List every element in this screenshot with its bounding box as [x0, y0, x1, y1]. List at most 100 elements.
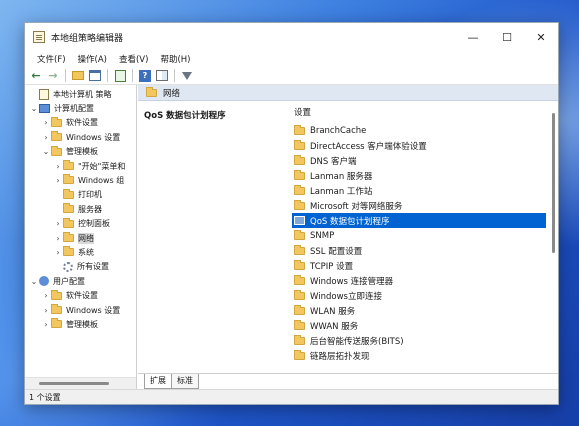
tree-item[interactable]: › "开始"菜单和: [53, 159, 125, 173]
forward-icon[interactable]: →: [46, 69, 60, 83]
list-item[interactable]: QoS 数据包计划程序: [292, 213, 546, 228]
chevron-down-icon[interactable]: ⌄: [29, 104, 39, 113]
folder-icon: [294, 304, 305, 315]
list-item[interactable]: 链路层拓扑发现: [292, 348, 546, 363]
tree-item[interactable]: ⌄ 管理模板: [41, 145, 98, 159]
chevron-right-icon[interactable]: ›: [53, 219, 63, 228]
tree-item[interactable]: ⌄ 用户配置: [29, 274, 85, 288]
main-content: 本地计算机 策略 ⌄ 计算机配置 › 软件设置 › Windows 设置 ⌄ 管理模板 › "开始"…: [25, 85, 558, 389]
computer-icon: [39, 103, 50, 113]
folder-icon: [294, 199, 305, 210]
chevron-down-icon[interactable]: ⌄: [41, 147, 51, 156]
tree-item[interactable]: › Windows 设置: [41, 130, 120, 144]
title-bar[interactable]: 本地组策略编辑器 — ☐ ✕: [25, 23, 558, 51]
list-item[interactable]: Microsoft 对等网络服务: [292, 198, 546, 213]
folder-icon: [51, 304, 62, 314]
list-item-label: QoS 数据包计划程序: [310, 216, 390, 227]
menu-action[interactable]: 操作(A): [72, 53, 113, 65]
tree-item[interactable]: › Windows 设置: [41, 303, 120, 317]
menu-view[interactable]: 查看(V): [113, 53, 154, 65]
export-list-icon[interactable]: [113, 69, 127, 83]
filter-icon[interactable]: [180, 69, 194, 83]
details-header: 网络: [138, 85, 558, 101]
tree-item[interactable]: › 软件设置: [41, 116, 98, 130]
chevron-right-icon[interactable]: ›: [53, 234, 63, 243]
list-item[interactable]: SNMP: [292, 228, 546, 243]
tab-standard[interactable]: 标准: [171, 374, 199, 389]
list-item[interactable]: Lanman 工作站: [292, 183, 546, 198]
list-item[interactable]: SSL 配置设置: [292, 243, 546, 258]
list-item[interactable]: DirectAccess 客户端体验设置: [292, 138, 546, 153]
minimize-button[interactable]: —: [456, 23, 490, 51]
properties-icon[interactable]: [155, 69, 169, 83]
chevron-right-icon[interactable]: ›: [53, 176, 63, 185]
tree-item[interactable]: ⌄ 计算机配置: [29, 101, 94, 115]
menu-file[interactable]: 文件(F): [31, 53, 72, 65]
list-item[interactable]: 后台智能传送服务(BITS): [292, 333, 546, 348]
folder-icon: [63, 203, 74, 214]
description-title: QoS 数据包计划程序: [144, 111, 226, 121]
chevron-right-icon[interactable]: ›: [41, 133, 51, 142]
tree-item-label: 管理模板: [66, 319, 98, 329]
tree-item[interactable]: 所有设置: [53, 260, 109, 274]
tree-item[interactable]: › 控制面板: [53, 217, 110, 231]
folder-icon: [63, 160, 74, 170]
list-item[interactable]: BranchCache: [292, 123, 546, 138]
tree-item[interactable]: 本地计算机 策略: [29, 87, 112, 101]
console-tree: 本地计算机 策略 ⌄ 计算机配置 › 软件设置 › Windows 设置 ⌄ 管理模板 › "开始"…: [25, 85, 137, 389]
menu-help[interactable]: 帮助(H): [154, 53, 196, 65]
tree-item[interactable]: 打印机: [53, 188, 102, 202]
folder-icon: [63, 232, 74, 242]
tree-item-label: 本地计算机 策略: [53, 89, 112, 99]
chevron-right-icon[interactable]: ›: [53, 248, 63, 257]
show-hide-tree-icon[interactable]: [88, 69, 102, 83]
list-item-label: SSL 配置设置: [310, 246, 363, 257]
details-pane: 网络 QoS 数据包计划程序 设置 BranchCache DirectAcces…: [138, 85, 558, 389]
chevron-right-icon[interactable]: ›: [41, 291, 51, 300]
list-item[interactable]: WWAN 服务: [292, 318, 546, 333]
list-vertical-scrollbar[interactable]: [548, 101, 558, 373]
tree-item[interactable]: › 软件设置: [41, 289, 98, 303]
chevron-down-icon[interactable]: ⌄: [29, 277, 39, 286]
folder-icon: [51, 116, 62, 127]
chevron-right-icon[interactable]: ›: [41, 320, 51, 329]
chevron-right-icon[interactable]: ›: [41, 306, 51, 315]
tree-horizontal-scrollbar[interactable]: [25, 377, 136, 389]
tree-item[interactable]: 服务器: [53, 202, 102, 216]
chevron-right-icon[interactable]: ›: [41, 118, 51, 127]
list-item[interactable]: TCPIP 设置: [292, 258, 546, 273]
list-item-label: Windows立即连接: [310, 291, 382, 302]
help-icon[interactable]: ?: [138, 69, 152, 83]
back-icon[interactable]: ←: [29, 69, 43, 83]
folder-up-icon[interactable]: [71, 69, 85, 83]
tree-item-label: 用户配置: [53, 276, 85, 286]
tree-item[interactable]: › 系统: [53, 245, 94, 259]
close-button[interactable]: ✕: [524, 23, 558, 51]
list-item-label: TCPIP 设置: [310, 261, 354, 272]
column-header-settings[interactable]: 设置: [288, 105, 311, 119]
tree-item[interactable]: › 网络: [53, 231, 94, 245]
list-item-label: DNS 客户端: [310, 156, 357, 167]
folder-icon: [294, 244, 305, 255]
tree-item-label: 控制面板: [78, 219, 110, 229]
chevron-right-icon[interactable]: ›: [53, 162, 63, 171]
list-item[interactable]: Windows立即连接: [292, 288, 546, 303]
list-item[interactable]: Windows 连接管理器: [292, 273, 546, 288]
maximize-button[interactable]: ☐: [490, 23, 524, 51]
tree-item-label: Windows 设置: [66, 132, 121, 142]
tree-item-label: 服务器: [78, 204, 102, 214]
window-title: 本地组策略编辑器: [51, 33, 124, 44]
list-item-label: Microsoft 对等网络服务: [310, 201, 403, 212]
list-item-label: WLAN 服务: [310, 306, 356, 317]
folder-icon: [294, 229, 305, 240]
tree-item[interactable]: › 管理模板: [41, 317, 98, 331]
list-item[interactable]: DNS 客户端: [292, 153, 546, 168]
toolbar-separator: [65, 69, 66, 82]
tab-extended[interactable]: 扩展: [144, 374, 172, 389]
toolbar-separator: [107, 69, 108, 82]
list-item[interactable]: Lanman 服务器: [292, 168, 546, 183]
tree-item[interactable]: › Windows 组: [53, 173, 124, 187]
tree-item-label: 软件设置: [66, 291, 98, 301]
list-item[interactable]: WLAN 服务: [292, 303, 546, 318]
folder-icon: [294, 349, 305, 360]
